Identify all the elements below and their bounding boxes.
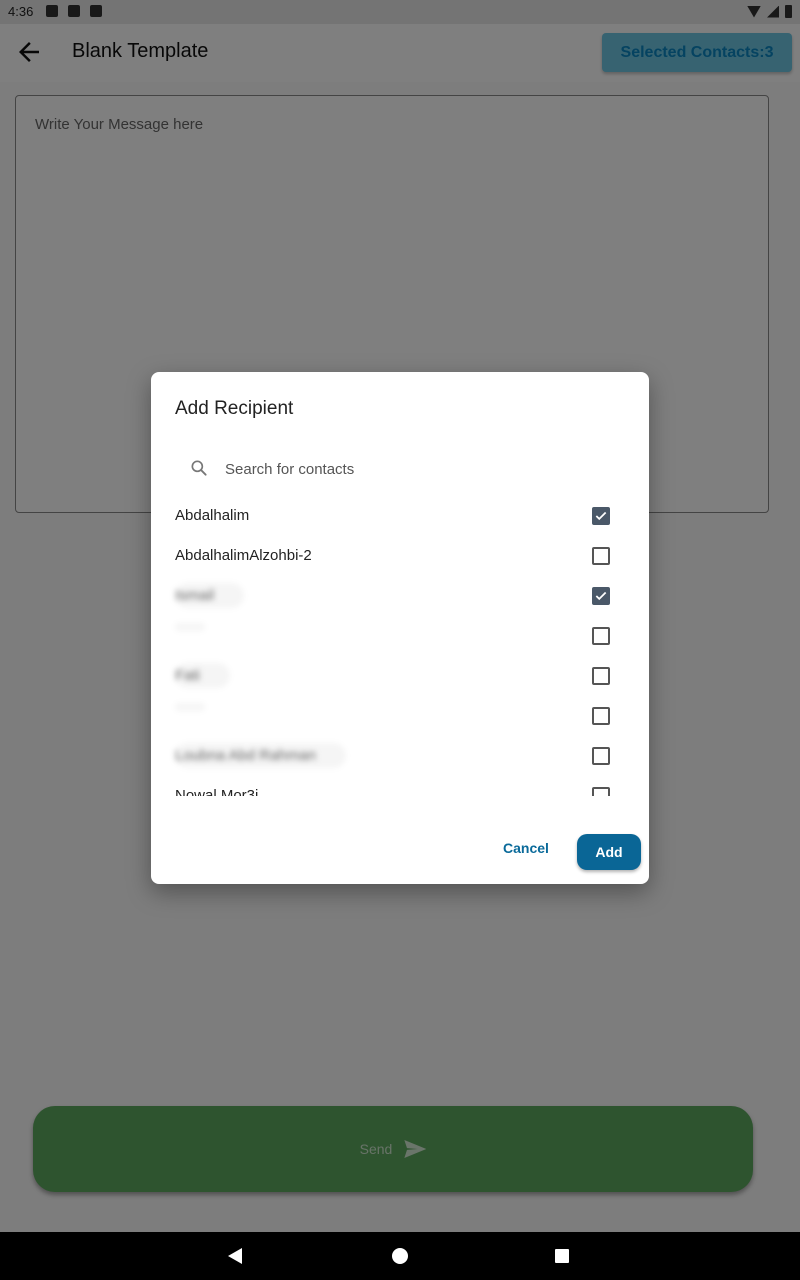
contact-name-redacted: Loubna Abd Rahman [175, 743, 346, 768]
add-button[interactable]: Add [577, 834, 641, 870]
contact-row[interactable]: AbdalhalimAlzohbi-2 [151, 536, 649, 576]
contact-row[interactable]: Loubna Abd Rahman [151, 736, 649, 776]
contact-name-redacted [175, 623, 205, 631]
contact-row[interactable] [151, 696, 649, 736]
contact-name: AbdalhalimAlzohbi-2 [175, 547, 312, 564]
search-icon [189, 458, 209, 478]
contact-list: Abdalhalim AbdalhalimAlzohbi-2 Ismail Fa… [151, 496, 649, 796]
contact-row[interactable] [151, 616, 649, 656]
contact-name: Nowal Mor3i [175, 787, 259, 796]
checkbox-unchecked[interactable] [592, 627, 610, 645]
checkbox-checked[interactable] [592, 507, 610, 525]
add-recipient-dialog: Add Recipient Abdalhalim AbdalhalimAlzoh… [151, 372, 649, 884]
recents-square-icon[interactable] [555, 1249, 569, 1263]
contact-row[interactable]: Abdalhalim [151, 496, 649, 536]
dialog-title: Add Recipient [175, 398, 294, 419]
navigation-bar [0, 1232, 800, 1280]
checkbox-unchecked[interactable] [592, 667, 610, 685]
cancel-button[interactable]: Cancel [503, 840, 549, 856]
contact-row[interactable]: Nowal Mor3i [151, 776, 649, 796]
checkbox-unchecked[interactable] [592, 707, 610, 725]
contact-name-redacted: Ismail [175, 583, 245, 608]
search-contacts-input[interactable] [223, 454, 607, 484]
checkbox-checked[interactable] [592, 587, 610, 605]
checkbox-unchecked[interactable] [592, 787, 610, 796]
contact-name: Abdalhalim [175, 507, 250, 524]
checkbox-unchecked[interactable] [592, 747, 610, 765]
home-circle-icon[interactable] [392, 1248, 408, 1264]
contact-name-redacted [175, 703, 205, 711]
contact-row[interactable]: Ismail [151, 576, 649, 616]
checkbox-unchecked[interactable] [592, 547, 610, 565]
contact-row[interactable]: Fati [151, 656, 649, 696]
contact-name-redacted: Fati [175, 663, 231, 688]
back-triangle-icon[interactable] [228, 1248, 242, 1264]
